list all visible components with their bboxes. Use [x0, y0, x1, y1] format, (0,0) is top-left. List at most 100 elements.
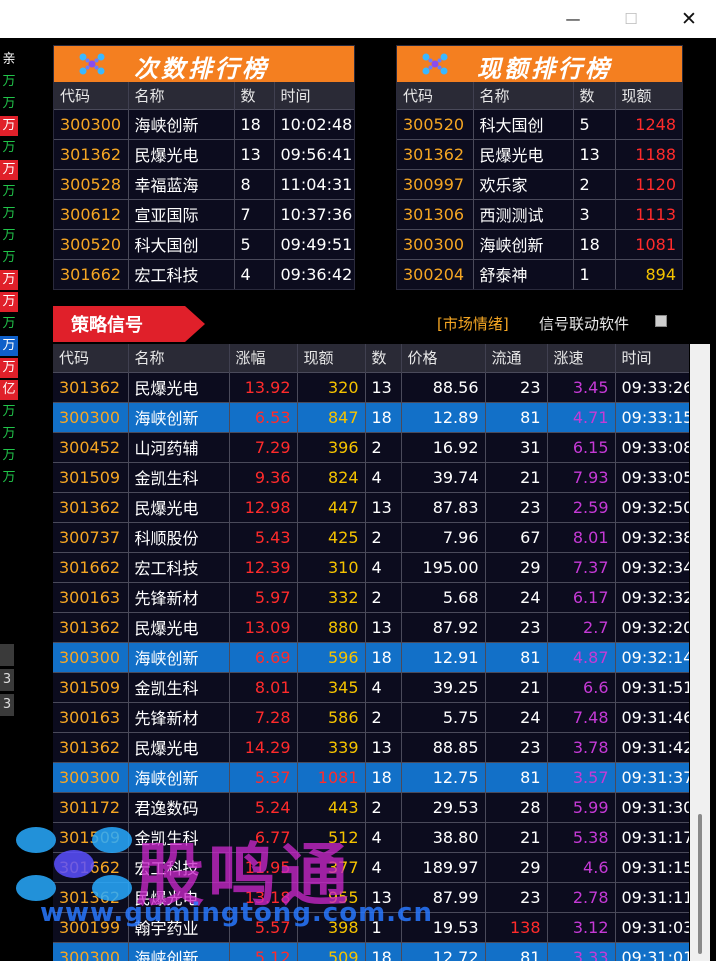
change-percent: 5.57 [229, 911, 298, 942]
signal-column-header[interactable]: 流通 [485, 344, 548, 372]
scrollbar-thumb[interactable] [698, 814, 702, 954]
signal-row[interactable]: 301362 民爆光电 13.92 320 13 88.56 23 3.45 09:33:26 [53, 371, 689, 402]
signal-row[interactable]: 300300 海峡创新 6.69 596 18 12.91 81 4.87 09:32:14 [53, 641, 689, 672]
count-rank-panel: 次数排行榜 代码 名称数时间 300300 海峡创新 18 10:02:48 301362… [53, 45, 355, 290]
left-strip-cell: 亲 [2, 52, 16, 67]
price: 19.53 [401, 911, 486, 942]
amount-rank-row[interactable]: 300300 海峡创新 18 1081 [397, 228, 682, 259]
price: 7.96 [401, 521, 486, 552]
signal-time: 09:32:50 [615, 491, 689, 522]
amount-rank-column-header[interactable]: 数 [573, 82, 616, 109]
count-rank-row[interactable]: 301362 民爆光电 13 09:56:41 [54, 138, 354, 169]
amount-rank-column-header[interactable]: 代码 [397, 82, 474, 109]
count-rank-column-header[interactable]: 时间 [274, 82, 354, 109]
signal-row[interactable]: 300199 翰宇药业 5.57 398 1 19.53 138 3.12 09:31:03 [53, 911, 689, 942]
signal-count: 1 [365, 911, 402, 942]
rise-speed: 6.17 [547, 581, 616, 612]
stock-name: 西测测试 [473, 198, 574, 229]
signal-tab-label[interactable]: 策略信号 [71, 311, 143, 337]
left-strip-cell: 万 [2, 140, 16, 155]
amount-rank-column-header[interactable]: 现额 [615, 82, 682, 109]
amount-rank-row[interactable]: 301306 西测测试 3 1113 [397, 198, 682, 229]
signal-row[interactable]: 301662 宏工科技 12.39 310 4 195.00 29 7.37 09:32:34 [53, 551, 689, 582]
stock-name: 宏工科技 [128, 258, 235, 289]
rise-speed: 6.15 [547, 431, 616, 462]
stock-name: 欢乐家 [473, 168, 574, 199]
float-cap: 21 [485, 821, 548, 852]
amount-rank-row[interactable]: 300204 舒泰神 1 894 [397, 258, 682, 289]
count-rank-column-header[interactable]: 代码 [54, 82, 129, 109]
signal-column-header[interactable]: 价格 [401, 344, 486, 372]
signal-row[interactable]: 300163 先锋新材 5.97 332 2 5.68 24 6.17 09:32:32 [53, 581, 689, 612]
signal-time: 09:31:03 [615, 911, 689, 942]
signal-scrollbar[interactable] [690, 344, 710, 961]
signal-column-header[interactable]: 名称 [128, 344, 230, 372]
signal-row[interactable]: 301509 金凯生科 8.01 345 4 39.25 21 6.6 09:31:51 [53, 671, 689, 702]
signal-row[interactable]: 301362 民爆光电 12.98 447 13 87.83 23 2.59 09:32:50 [53, 491, 689, 522]
change-percent: 13.92 [229, 371, 298, 402]
signal-column-header[interactable]: 数 [365, 344, 402, 372]
signal-count: 5 [234, 228, 275, 259]
stock-name: 民爆光电 [128, 731, 230, 762]
signal-row[interactable]: 301509 金凯生科 6.77 512 4 38.80 21 5.38 09:31:17 [53, 821, 689, 852]
float-cap: 28 [485, 791, 548, 822]
signal-row[interactable]: 301362 民爆光电 14.29 339 13 88.85 23 3.78 09:31:42 [53, 731, 689, 762]
stock-name: 民爆光电 [128, 491, 230, 522]
window-titlebar: — ☐ ✕ [0, 0, 716, 38]
amount-rank-column-header[interactable]: 名称 [473, 82, 574, 109]
left-strip-cell: 万 [0, 292, 18, 312]
float-cap: 23 [485, 731, 548, 762]
signal-row[interactable]: 301362 民爆光电 13.18 955 13 87.99 23 2.78 09:31:11 [53, 881, 689, 912]
signal-count: 4 [365, 461, 402, 492]
count-rank-title: 次数排行榜 [134, 54, 269, 83]
signal-time: 09:31:01 [615, 941, 689, 961]
amount-rank-row[interactable]: 300997 欢乐家 2 1120 [397, 168, 682, 199]
signal-row[interactable]: 301362 民爆光电 13.09 880 13 87.92 23 2.7 09:32:20 [53, 611, 689, 642]
signal-column-header[interactable]: 时间 [615, 344, 689, 372]
signal-row[interactable]: 301172 君逸数码 5.24 443 2 29.53 28 5.99 09:31:30 [53, 791, 689, 822]
count-rank-row[interactable]: 300528 幸福蓝海 8 11:04:31 [54, 168, 354, 199]
amount-rank-row[interactable]: 300520 科大国创 5 1248 [397, 108, 682, 139]
signal-row[interactable]: 300737 科顺股份 5.43 425 2 7.96 67 8.01 09:32:38 [53, 521, 689, 552]
price: 12.91 [401, 641, 486, 672]
signal-row[interactable]: 300452 山河药辅 7.29 396 2 16.92 31 6.15 09:33:08 [53, 431, 689, 462]
signal-row[interactable]: 300163 先锋新材 7.28 586 2 5.75 24 7.48 09:31:46 [53, 701, 689, 732]
price: 12.75 [401, 761, 486, 792]
amount-rank-title: 现额排行榜 [477, 54, 612, 83]
signal-column-header[interactable]: 涨速 [547, 344, 616, 372]
signal-column-header[interactable]: 代码 [53, 344, 129, 372]
signal-column-header[interactable]: 现额 [297, 344, 366, 372]
signal-count: 2 [365, 791, 402, 822]
count-rank-row[interactable]: 301662 宏工科技 4 09:36:42 [54, 258, 354, 289]
float-cap: 29 [485, 551, 548, 582]
price: 38.80 [401, 821, 486, 852]
market-sentiment-link[interactable]: [市场情绪] [437, 313, 509, 334]
current-amount: 847 [297, 401, 366, 432]
count-rank-row[interactable]: 300520 科大国创 5 09:49:51 [54, 228, 354, 259]
signal-time: 09:33:26 [615, 371, 689, 402]
signal-linkage-checkbox[interactable] [655, 315, 667, 327]
stock-name: 民爆光电 [128, 881, 230, 912]
count-rank-column-header[interactable]: 名称 [128, 82, 235, 109]
signal-time: 09:31:11 [615, 881, 689, 912]
signal-time: 09:33:08 [615, 431, 689, 462]
signal-row[interactable]: 301662 宏工科技 11.95 377 4 189.97 29 4.6 09:31:15 [53, 851, 689, 882]
signal-column-header[interactable]: 涨幅 [229, 344, 298, 372]
amount-rank-row[interactable]: 301362 民爆光电 13 1188 [397, 138, 682, 169]
count-rank-row[interactable]: 300300 海峡创新 18 10:02:48 [54, 108, 354, 139]
maximize-button[interactable]: ☐ [608, 0, 654, 38]
signal-row[interactable]: 300300 海峡创新 6.53 847 18 12.89 81 4.71 09:33:15 [53, 401, 689, 432]
count-rank-header: 次数排行榜 [54, 46, 354, 83]
stock-name: 山河药辅 [128, 431, 230, 462]
price: 29.53 [401, 791, 486, 822]
stock-code: 301362 [54, 138, 129, 169]
signal-row[interactable]: 301509 金凯生科 9.36 824 4 39.74 21 7.93 09:33:05 [53, 461, 689, 492]
signal-row[interactable]: 300300 海峡创新 5.12 509 18 12.72 81 3.33 09:31:01 [53, 941, 689, 961]
minimize-button[interactable]: — [550, 0, 596, 38]
stock-code: 300997 [397, 168, 474, 199]
count-rank-column-header[interactable]: 数 [234, 82, 275, 109]
rise-speed: 3.45 [547, 371, 616, 402]
signal-row[interactable]: 300300 海峡创新 5.37 1081 18 12.75 81 3.57 09:31:37 [53, 761, 689, 792]
close-button[interactable]: ✕ [666, 0, 712, 38]
count-rank-row[interactable]: 300612 宣亚国际 7 10:37:36 [54, 198, 354, 229]
